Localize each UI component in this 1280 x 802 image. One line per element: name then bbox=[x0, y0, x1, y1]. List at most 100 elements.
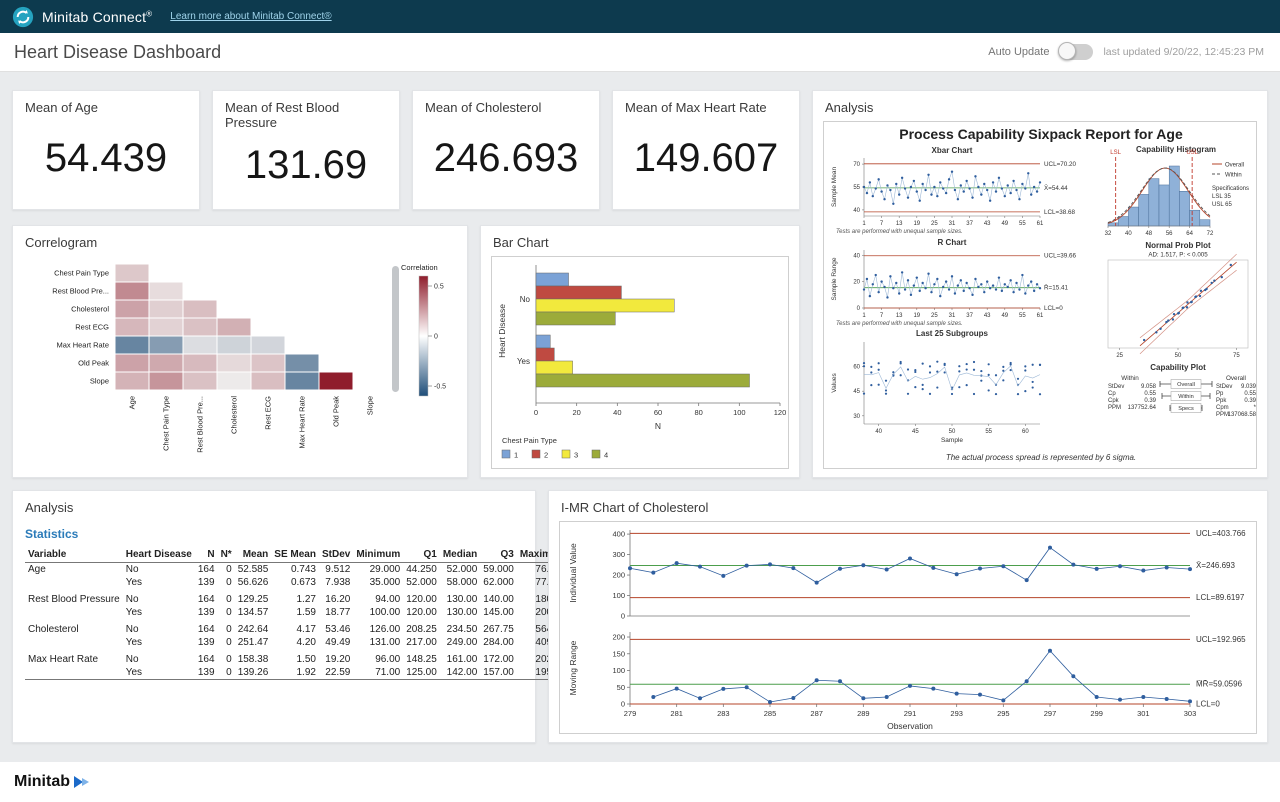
svg-text:Chest Pain Type: Chest Pain Type bbox=[54, 269, 109, 278]
svg-text:40: 40 bbox=[875, 429, 882, 435]
svg-text:Old Peak: Old Peak bbox=[332, 396, 341, 427]
top-header: Minitab Connect® Learn more about Minita… bbox=[0, 0, 1280, 33]
svg-text:StDev: StDev bbox=[1108, 384, 1124, 390]
svg-text:1: 1 bbox=[514, 451, 518, 460]
kpi-title: Mean of Rest Blood Pressure bbox=[213, 91, 399, 130]
svg-text:R̄=15.41: R̄=15.41 bbox=[1044, 284, 1068, 292]
panel-title: Analysis bbox=[813, 91, 1267, 115]
svg-text:13: 13 bbox=[896, 221, 903, 227]
svg-text:Within: Within bbox=[1178, 394, 1194, 400]
svg-text:55: 55 bbox=[1019, 221, 1026, 227]
svg-text:Cpk: Cpk bbox=[1108, 398, 1120, 404]
svg-text:9.058: 9.058 bbox=[1141, 384, 1157, 390]
svg-text:25: 25 bbox=[931, 313, 938, 319]
svg-text:0: 0 bbox=[857, 306, 861, 312]
learn-more-link[interactable]: Learn more about Minitab Connect® bbox=[170, 11, 331, 22]
svg-text:USL 65: USL 65 bbox=[1212, 202, 1232, 208]
app-root: Minitab Connect® Learn more about Minita… bbox=[0, 0, 1280, 802]
svg-text:19: 19 bbox=[913, 221, 920, 227]
svg-text:The actual process spread is r: The actual process spread is represented… bbox=[946, 453, 1136, 462]
svg-text:StDev: StDev bbox=[1216, 384, 1232, 390]
svg-text:295: 295 bbox=[997, 709, 1010, 718]
svg-text:40: 40 bbox=[853, 253, 860, 259]
svg-text:200: 200 bbox=[612, 571, 625, 580]
svg-text:Cholesterol: Cholesterol bbox=[71, 305, 109, 314]
svg-text:200: 200 bbox=[612, 633, 625, 642]
svg-text:25: 25 bbox=[1116, 353, 1123, 359]
panel-title: Analysis bbox=[13, 491, 535, 515]
svg-text:LSL: LSL bbox=[1110, 150, 1121, 156]
kpi-value: 131.69 bbox=[213, 130, 399, 209]
svg-text:0.55: 0.55 bbox=[1244, 391, 1256, 397]
svg-text:37: 37 bbox=[966, 221, 973, 227]
kpi-card-mean-rest-blood-pressure: Mean of Rest Blood Pressure 131.69 bbox=[212, 90, 400, 210]
app-title: Minitab Connect® bbox=[42, 9, 152, 25]
imr-chart-figure: 0100200300400UCL=403.766X̄=246.693LCL=89… bbox=[559, 521, 1257, 734]
svg-text:43: 43 bbox=[984, 221, 991, 227]
svg-text:Cp: Cp bbox=[1108, 391, 1116, 397]
svg-text:-0.5: -0.5 bbox=[434, 384, 446, 391]
svg-text:Sample: Sample bbox=[941, 437, 963, 444]
table-row: CholesterolNo1640242.644.1753.46126.0020… bbox=[25, 619, 569, 636]
svg-text:55: 55 bbox=[853, 185, 860, 191]
svg-text:Process Capability Sixpack Rep: Process Capability Sixpack Report for Ag… bbox=[899, 126, 1183, 142]
svg-text:61: 61 bbox=[1037, 313, 1044, 319]
svg-text:64: 64 bbox=[1186, 231, 1193, 237]
svg-text:9.039: 9.039 bbox=[1241, 384, 1257, 390]
svg-text:43: 43 bbox=[984, 313, 991, 319]
svg-text:0.39: 0.39 bbox=[1144, 398, 1156, 404]
svg-text:0.5: 0.5 bbox=[434, 284, 444, 291]
kpi-title: Mean of Age bbox=[13, 91, 199, 115]
svg-text:R Chart: R Chart bbox=[938, 238, 967, 247]
svg-text:M̄R̄=59.0596: M̄R̄=59.0596 bbox=[1196, 680, 1243, 689]
table-row: Rest Blood PressureNo1640129.251.2716.20… bbox=[25, 589, 569, 606]
svg-text:USL: USL bbox=[1186, 150, 1198, 156]
statistics-subtitle-link[interactable]: Statistics bbox=[25, 527, 523, 541]
svg-text:291: 291 bbox=[904, 709, 917, 718]
svg-text:Cpm: Cpm bbox=[1216, 405, 1229, 411]
dashboard-content: Mean of Age 54.439 Mean of Rest Blood Pr… bbox=[0, 72, 1280, 762]
svg-text:279: 279 bbox=[624, 709, 637, 718]
svg-text:49: 49 bbox=[1001, 221, 1008, 227]
table-row: Yes139056.6260.6737.93835.00052.00058.00… bbox=[25, 576, 569, 589]
svg-text:N: N bbox=[655, 421, 661, 431]
svg-text:293: 293 bbox=[950, 709, 963, 718]
svg-text:Yes: Yes bbox=[517, 357, 530, 366]
svg-text:UCL=403.766: UCL=403.766 bbox=[1196, 529, 1246, 538]
svg-text:*: * bbox=[1254, 405, 1257, 411]
svg-text:Capability Plot: Capability Plot bbox=[1150, 363, 1206, 372]
svg-text:25: 25 bbox=[931, 221, 938, 227]
svg-text:Cholesterol: Cholesterol bbox=[230, 396, 239, 434]
svg-text:20: 20 bbox=[572, 408, 580, 417]
panel-bar-chart: Bar Chart 020406080100120NNoYesHeart Dis… bbox=[480, 225, 800, 478]
kpi-title: Mean of Max Heart Rate bbox=[613, 91, 799, 115]
svg-text:Tests are performed with unequ: Tests are performed with unequal sample … bbox=[836, 321, 963, 327]
svg-text:120: 120 bbox=[774, 408, 786, 417]
sixpack-report-figure: Process Capability Sixpack Report for Ag… bbox=[823, 121, 1257, 469]
svg-text:1: 1 bbox=[862, 221, 866, 227]
svg-text:Rest ECG: Rest ECG bbox=[75, 323, 109, 332]
panel-correlogram: Correlogram Chest Pain TypeRest Blood Pr… bbox=[12, 225, 468, 478]
svg-text:X̄=246.693: X̄=246.693 bbox=[1196, 561, 1235, 570]
svg-text:LSL 35: LSL 35 bbox=[1212, 194, 1231, 200]
svg-text:45: 45 bbox=[853, 389, 860, 395]
kpi-value: 54.439 bbox=[13, 115, 199, 209]
svg-text:60: 60 bbox=[853, 365, 860, 371]
svg-text:56: 56 bbox=[1166, 231, 1173, 237]
panel-title: Correlogram bbox=[13, 226, 467, 250]
svg-text:60: 60 bbox=[654, 408, 662, 417]
svg-text:No: No bbox=[520, 295, 531, 304]
svg-text:0: 0 bbox=[534, 408, 538, 417]
svg-text:70: 70 bbox=[853, 162, 860, 168]
svg-text:Xbar Chart: Xbar Chart bbox=[932, 146, 973, 155]
auto-update-toggle[interactable] bbox=[1059, 44, 1093, 60]
svg-text:80: 80 bbox=[694, 408, 702, 417]
correlogram-scrollbar[interactable] bbox=[392, 266, 399, 392]
title-bar: Heart Disease Dashboard Auto Update last… bbox=[0, 33, 1280, 72]
svg-text:40: 40 bbox=[853, 208, 860, 214]
svg-text:Capability Histogram: Capability Histogram bbox=[1136, 145, 1216, 154]
statistics-table: VariableHeart DiseaseNN*MeanSE MeanStDev… bbox=[25, 547, 569, 680]
svg-text:UCL=70.20: UCL=70.20 bbox=[1044, 161, 1077, 168]
svg-text:55: 55 bbox=[985, 429, 992, 435]
svg-text:50: 50 bbox=[1175, 353, 1182, 359]
